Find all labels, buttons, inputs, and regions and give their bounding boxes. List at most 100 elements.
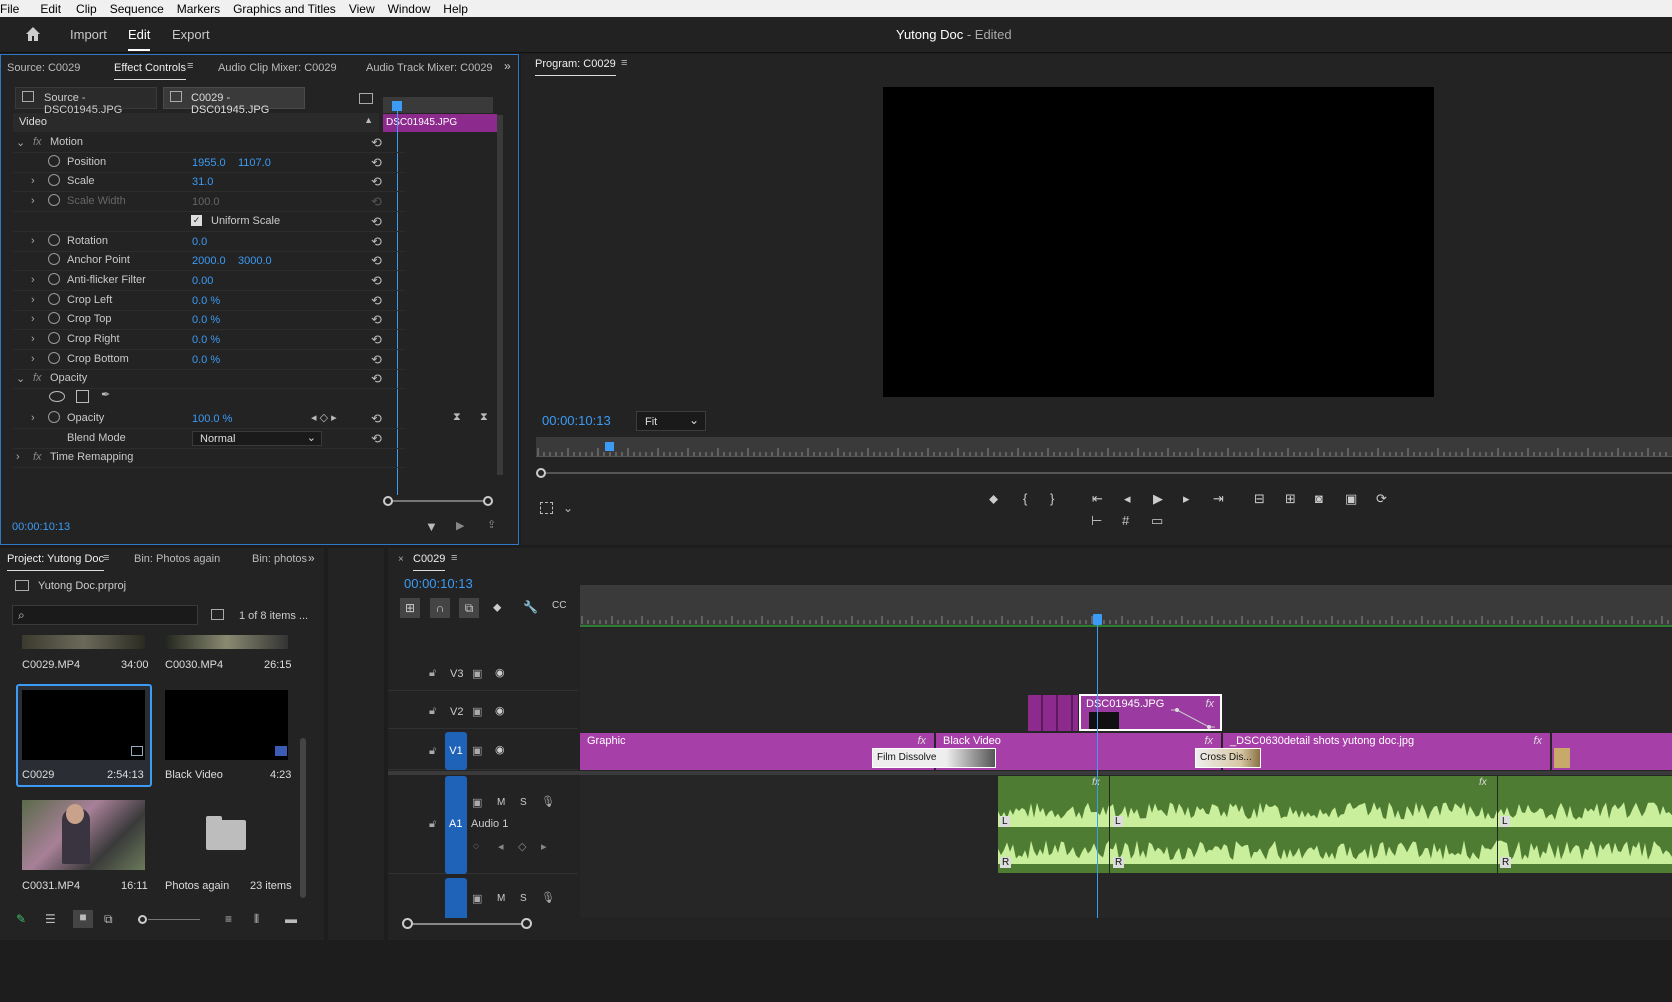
tab-bin-photos[interactable]: Bin: photos [252,553,307,565]
chevron-icon[interactable]: › [31,333,35,345]
menu-help[interactable]: Help [443,2,475,16]
audio-clip-3[interactable] [1498,776,1672,873]
effect-row-opacity[interactable]: ⌄ fx Opacity ⟲ [13,369,405,390]
menu-clip[interactable]: Clip [76,2,104,16]
keyframe-nav-icon[interactable]: ◂ ◇ ▸ [311,411,337,424]
chevron-icon[interactable]: ⌄ [16,136,25,149]
overflow-icon[interactable]: » [504,59,511,73]
stopwatch-icon[interactable] [48,312,60,325]
go-to-out-icon[interactable]: ⇥ [1213,491,1224,507]
reset-icon[interactable]: ⟲ [371,332,382,348]
settings-chevron-icon[interactable]: ⌄ [563,501,573,515]
linked-selection-icon[interactable]: ⧉ [459,598,479,618]
collapse-icon[interactable]: ▲ [364,115,373,125]
reset-icon[interactable]: ⟲ [371,155,382,171]
thumb-c0029-mp4[interactable] [22,635,145,649]
eye-icon[interactable]: ◉ [495,743,505,756]
effect-row-position[interactable]: Position 1955.0 1107.0 ⟲ [13,153,405,173]
effect-value[interactable]: 3000.0 [238,255,272,267]
chevron-icon[interactable]: › [31,195,35,207]
reset-icon[interactable]: ⟲ [371,194,382,210]
mini-scrollbar[interactable] [497,115,503,475]
effect-value[interactable]: 0.00 [192,275,213,287]
new-bin-icon[interactable] [211,609,224,620]
safe-margins-icon[interactable] [540,502,553,514]
menu-markers[interactable]: Markers [177,2,227,16]
uniform-scale-checkbox[interactable]: ✓ [191,214,202,226]
mark-out-icon[interactable]: } [1050,491,1054,506]
effect-value[interactable]: 1107.0 [238,157,271,169]
mute-button[interactable]: M [497,797,505,808]
stopwatch-icon[interactable] [48,272,60,285]
volume-icon[interactable]: ◌ [473,841,479,852]
mute-button[interactable]: M [497,893,505,904]
eye-icon[interactable]: ◉ [495,704,505,717]
stopwatch-icon[interactable] [48,174,60,187]
effect-value[interactable]: 0.0 % [192,314,220,326]
solo-button[interactable]: S [520,797,527,808]
keyframe-icon[interactable]: ◇ [518,840,526,853]
sort-icon[interactable]: ≡ [225,912,232,926]
sync-lock-icon[interactable]: ▣ [472,892,482,905]
reset-icon[interactable]: ⟲ [371,234,382,250]
folder-new-icon[interactable]: ▬ [285,912,297,926]
rectangle-mask-icon[interactable] [76,390,89,403]
chevron-icon[interactable]: › [31,412,35,424]
chevron-icon[interactable]: › [31,274,35,286]
chevron-icon[interactable]: › [31,353,35,365]
pencil-icon[interactable]: ✎ [16,912,26,926]
tab-effect-controls[interactable]: Effect Controls [114,62,186,80]
automate-icon[interactable]: ⫴ [254,912,259,927]
audio-clip-2[interactable] [1110,776,1497,873]
extract-icon[interactable]: ⊞ [1285,491,1296,507]
effect-value[interactable]: 31.0 [192,176,213,188]
compare-icon[interactable]: ▣ [1345,491,1357,507]
sync-lock-icon[interactable]: ▣ [472,744,482,757]
stopwatch-icon[interactable] [48,194,60,207]
effect-row-uniform-scale[interactable]: ✓ Uniform Scale ⟲ [13,212,405,232]
menu-edit[interactable]: Edit [40,2,68,16]
frame-icon[interactable]: ▭ [1151,513,1163,529]
lock-icon[interactable]: 🔓︎ [429,818,436,831]
mark-in-icon[interactable]: { [1023,491,1027,506]
fx-icon[interactable]: fx [33,451,42,463]
reset-icon[interactable]: ⟲ [371,253,382,269]
chevron-icon[interactable]: › [31,313,35,325]
panel-menu-icon[interactable]: ≡ [187,60,193,72]
fx-icon[interactable]: fx [33,372,42,384]
tab-source[interactable]: Source: C0029 [7,62,80,74]
prev-keyframe-icon[interactable]: ◂ [498,840,504,853]
freeform-view-icon[interactable]: ⧉ [104,912,113,927]
filter-icon[interactable]: ▼ [425,519,438,534]
reset-icon[interactable]: ⟲ [371,214,382,230]
program-scrollbar[interactable] [536,468,1672,478]
play-icon[interactable]: ▶ [1153,491,1163,507]
track-a1-label[interactable]: A1 [449,818,462,830]
step-back-icon[interactable]: ◂ [1124,491,1131,507]
toggle-timeline-icon[interactable] [359,93,373,104]
ellipse-mask-icon[interactable] [49,391,65,402]
fx-icon[interactable]: fx [33,136,42,148]
audio-clip-1[interactable] [998,776,1109,873]
stopwatch-icon[interactable] [48,332,60,344]
lock-icon[interactable]: 🔓︎ [429,667,436,680]
lock-icon[interactable]: 🔓︎ [429,745,436,758]
effect-row-time-remapping[interactable]: › fx Time Remapping [13,448,405,469]
reset-icon[interactable]: ⟲ [371,371,382,387]
effect-row-crop-right[interactable]: › Crop Right 0.0 % ⟲ [13,330,405,350]
sequence-chip[interactable]: C0029 - DSC01945.JPG [163,87,305,116]
effect-value[interactable]: 2000.0 [192,255,226,267]
effect-value[interactable]: 1955.0 [192,157,226,169]
overflow-icon[interactable]: » [308,551,315,565]
marker-icon[interactable]: ⬥ [989,491,998,507]
menu-sequence[interactable]: Sequence [110,2,171,16]
menu-view[interactable]: View [349,2,382,16]
tab-export[interactable]: Export [172,27,210,42]
reset-icon[interactable]: ⟲ [371,312,382,328]
captions-icon[interactable]: CC [552,600,566,611]
trim-icon[interactable]: ⊢ [1091,513,1102,529]
program-menu-icon[interactable]: ≡ [621,57,627,69]
tab-import[interactable]: Import [70,27,107,42]
home-icon[interactable] [24,25,42,43]
camera-icon[interactable]: ◙ [1315,491,1323,506]
